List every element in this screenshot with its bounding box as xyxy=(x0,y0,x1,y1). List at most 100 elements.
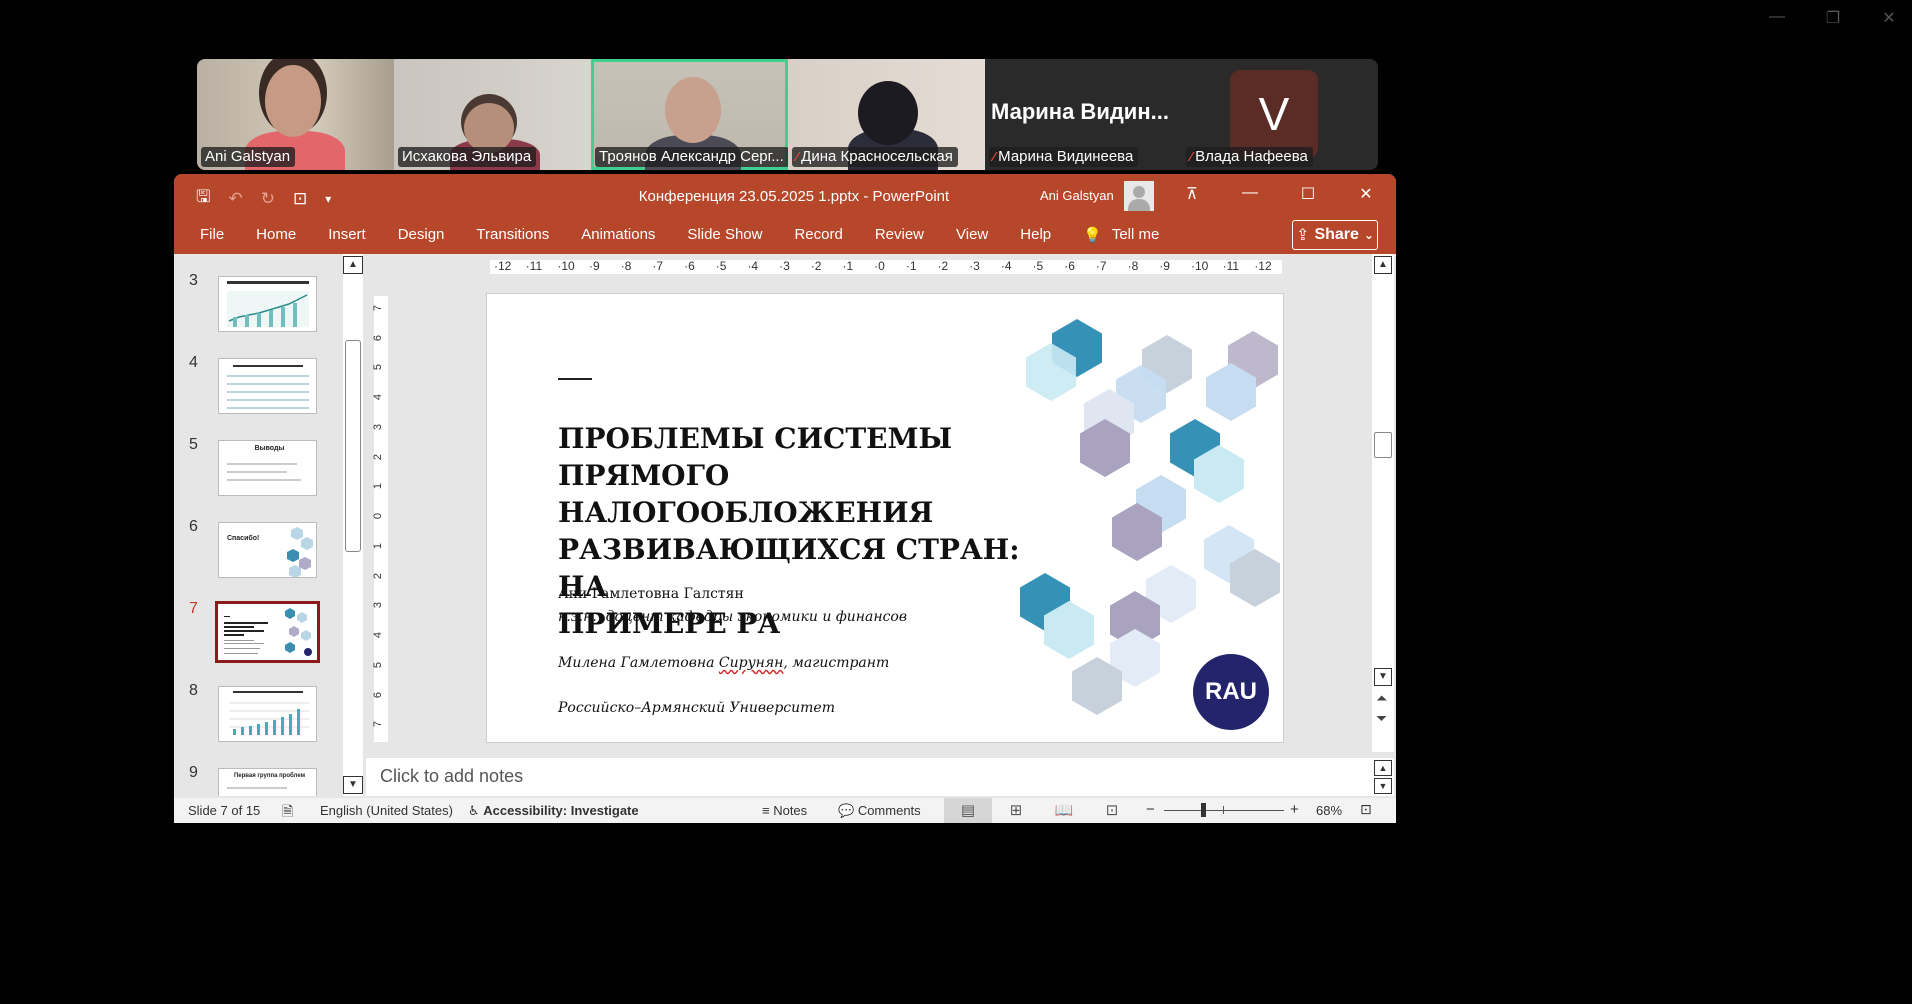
thumbnail-image[interactable] xyxy=(218,276,317,332)
ruler-tick-label: ·1 xyxy=(905,260,917,273)
ruler-tick-label: ·9 xyxy=(589,260,600,273)
tab-home[interactable]: Home xyxy=(256,226,296,244)
ruler-tick-label: ·5 xyxy=(1032,260,1044,273)
outer-close-icon[interactable]: ✕ xyxy=(1876,8,1902,28)
participant-tile[interactable]: ⁄ Дина Красносельская xyxy=(788,59,985,170)
slide-scrollbar[interactable]: ▲ ▼ ⏶ ⏷ xyxy=(1372,254,1394,752)
scroll-down-icon[interactable]: ▼ xyxy=(343,776,363,794)
outer-minimize-icon[interactable]: — xyxy=(1764,8,1790,28)
ruler-tick-label: 6 xyxy=(372,691,385,698)
comments-button[interactable]: 💬 Comments xyxy=(838,803,921,819)
scroll-thumb[interactable] xyxy=(345,340,361,552)
notes-pane[interactable]: Click to add notes xyxy=(366,758,1372,796)
redo-icon[interactable]: ↻ xyxy=(261,189,275,209)
close-icon[interactable]: ✕ xyxy=(1354,184,1378,204)
ruler-tick-label: ·12 xyxy=(494,260,512,273)
coauthor-name: Милена Гамлетовна xyxy=(558,655,719,671)
zoom-slider[interactable] xyxy=(1164,810,1284,811)
scroll-down-icon[interactable]: ▼ xyxy=(1374,778,1392,794)
tab-file[interactable]: File xyxy=(200,226,224,244)
scroll-thumb[interactable] xyxy=(1374,432,1392,458)
slide-coauthor[interactable]: Милена Гамлетовна Сирунян, магистрант xyxy=(558,655,889,671)
tab-slide-show[interactable]: Slide Show xyxy=(687,226,762,244)
slide-canvas[interactable]: ПРОБЛЕМЫ СИСТЕМЫ ПРЯМОГО НАЛОГООБЛОЖЕНИЯ… xyxy=(487,294,1283,742)
zoom-out-icon[interactable]: − xyxy=(1146,801,1155,818)
ruler-tick-label: 7 xyxy=(372,721,385,728)
present-icon[interactable]: ⊡ xyxy=(293,189,307,209)
slide-author[interactable]: Ани Гамлетовна Галстян xyxy=(558,586,744,602)
participant-tile[interactable]: Исхакова Эльвира xyxy=(394,59,591,170)
fit-slide-icon[interactable]: ⊡ xyxy=(1360,801,1372,818)
tab-transitions[interactable]: Transitions xyxy=(476,226,549,244)
user-name[interactable]: Ani Galstyan xyxy=(1040,188,1114,203)
language-indicator[interactable]: English (United States) xyxy=(320,803,453,818)
ruler-tick-label: ·7 xyxy=(1095,260,1107,273)
user-avatar[interactable] xyxy=(1124,181,1154,211)
thumbnail-scrollbar[interactable]: ▲ ▼ xyxy=(343,254,363,796)
maximize-icon[interactable]: ☐ xyxy=(1296,184,1320,204)
slide-university[interactable]: Российско–Армянский Университет xyxy=(558,700,835,716)
outer-restore-icon[interactable]: ❐ xyxy=(1820,8,1846,28)
participant-tile[interactable]: Марина Видин... ⁄ Марина Видинеева xyxy=(985,59,1182,170)
thumbnail-image[interactable]: Выводы xyxy=(218,440,317,496)
ruler-tick-label: 1 xyxy=(372,483,385,490)
participant-tile-active[interactable]: Троянов Александр Серг... xyxy=(591,59,788,170)
tab-design[interactable]: Design xyxy=(398,226,445,244)
tab-animations[interactable]: Animations xyxy=(581,226,655,244)
thumbnail-image[interactable] xyxy=(215,601,320,663)
thumbnail-number: 5 xyxy=(189,436,198,453)
ruler-tick-label: ·8 xyxy=(620,260,632,273)
thumbnail-image[interactable] xyxy=(218,358,317,414)
previous-slide-icon[interactable]: ⏶ xyxy=(1376,690,1387,707)
zoom-level[interactable]: 68% xyxy=(1316,803,1342,818)
participant-tile[interactable]: V ⁄ Влада Нафеева xyxy=(1182,59,1378,170)
zoom-slider-thumb[interactable] xyxy=(1201,803,1206,817)
spelling-icon[interactable]: 🗎 xyxy=(282,801,293,823)
tell-me-search[interactable]: Tell me xyxy=(1112,226,1160,244)
undo-icon[interactable]: ↶ xyxy=(228,189,242,209)
customize-qat-icon[interactable]: ▾ xyxy=(325,192,331,206)
thumbnail-image[interactable]: Первая группа проблем xyxy=(218,768,317,796)
ruler-tick-label: 4 xyxy=(372,394,385,401)
notes-button[interactable]: ≡ Notes xyxy=(762,803,807,818)
ruler-tick-label: ·6 xyxy=(684,260,695,273)
ruler-tick-label: ·7 xyxy=(652,260,664,273)
scroll-up-icon[interactable]: ▲ xyxy=(343,256,363,274)
ruler-tick-label: ·11 xyxy=(1222,260,1240,273)
tab-help[interactable]: Help xyxy=(1020,226,1051,244)
lightbulb-icon[interactable]: 💡 xyxy=(1083,226,1102,244)
document-title: Конференция 23.05.2025 1.pptx - PowerPoi… xyxy=(638,188,950,205)
horizontal-ruler: ·12 ·11 ·10 ·9 ·8 ·7 ·6 ·5 ·4 ·3 ·2 ·1 ·0 ·1 ·2 ·3 ·4 ·5 ·… xyxy=(490,260,1282,274)
zoom-in-icon[interactable]: + xyxy=(1290,801,1299,818)
tab-view[interactable]: View xyxy=(956,226,988,244)
notes-placeholder[interactable]: Click to add notes xyxy=(380,766,523,787)
tab-record[interactable]: Record xyxy=(794,226,842,244)
scroll-up-icon[interactable]: ▲ xyxy=(1374,760,1392,776)
ruler-tick-label: 4 xyxy=(372,632,385,639)
thumbnail-image[interactable] xyxy=(218,686,317,742)
slideshow-view-button[interactable]: ⊡ xyxy=(1088,798,1136,823)
participant-name-label: ⁄ Дина Красносельская xyxy=(792,147,958,167)
ruler-tick-label: ·5 xyxy=(715,260,727,273)
normal-view-button[interactable]: ▤ xyxy=(944,798,992,823)
minimize-icon[interactable]: — xyxy=(1238,184,1262,204)
ribbon-display-icon[interactable]: ⊼ xyxy=(1180,184,1204,204)
ruler-tick-label: 5 xyxy=(372,661,385,668)
thumbnail-chart-preview xyxy=(227,281,309,327)
scroll-down-icon[interactable]: ▼ xyxy=(1374,668,1392,686)
slide-sorter-button[interactable]: ⊞ xyxy=(992,798,1040,823)
tab-review[interactable]: Review xyxy=(875,226,924,244)
thumbnail-image[interactable]: Спасибо! xyxy=(218,522,317,578)
next-slide-icon[interactable]: ⏷ xyxy=(1376,710,1387,727)
accessibility-indicator[interactable]: ♿ Accessibility: Investigate xyxy=(468,803,639,819)
participant-tile[interactable]: Ani Galstyan xyxy=(197,59,394,170)
reading-view-button[interactable]: 📖 xyxy=(1040,798,1088,823)
save-icon[interactable]: 🖫 xyxy=(196,184,210,213)
scroll-up-icon[interactable]: ▲ xyxy=(1374,256,1392,274)
share-button[interactable]: ⇪ Share ⌄ xyxy=(1292,220,1378,250)
title-accent-line xyxy=(558,378,592,380)
notes-scrollbar[interactable]: ▲ ▼ xyxy=(1372,758,1394,796)
tab-insert[interactable]: Insert xyxy=(328,226,366,244)
slide-author-position[interactable]: к.э.н., доцент кафедры экономики и финан… xyxy=(558,609,907,625)
thumbnail-number: 4 xyxy=(189,354,198,371)
